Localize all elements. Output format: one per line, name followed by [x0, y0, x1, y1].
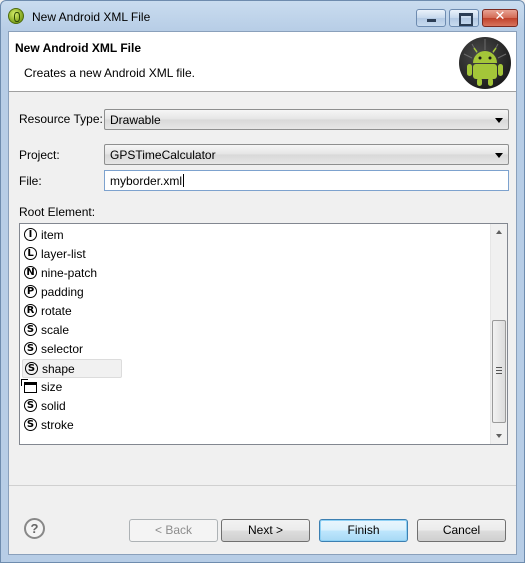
project-label: Project:: [19, 148, 60, 162]
element-type-icon: S: [24, 418, 37, 431]
list-item-label: size: [41, 380, 63, 394]
scroll-thumb[interactable]: [492, 320, 506, 423]
wizard-description: Creates a new Android XML file.: [24, 66, 195, 80]
close-button[interactable]: ✕: [482, 9, 518, 27]
list-item-label: shape: [42, 362, 75, 376]
title-bar[interactable]: New Android XML File ✕: [1, 1, 524, 31]
finish-button[interactable]: Finish: [319, 519, 408, 542]
resource-type-label: Resource Type:: [19, 112, 103, 126]
element-type-icon: [21, 379, 37, 393]
list-item-label: nine-patch: [41, 266, 98, 280]
arrow-down-icon: [496, 434, 502, 438]
footer-divider: [9, 485, 516, 486]
wizard-title: New Android XML File: [15, 41, 142, 55]
root-element-list[interactable]: Iitem Llayer-list Nnine-patch Ppadding Rrota…: [19, 223, 508, 445]
minimize-button[interactable]: [416, 9, 446, 27]
element-type-icon: S: [24, 399, 37, 412]
project-dropdown[interactable]: GPSTimeCalculator: [104, 144, 509, 165]
chevron-down-icon: [495, 153, 503, 158]
root-element-label: Root Element:: [19, 205, 96, 219]
element-type-icon: R: [24, 304, 37, 317]
list-item[interactable]: Sscale: [22, 321, 122, 340]
element-type-icon: P: [24, 285, 37, 298]
list-item[interactable]: Nnine-patch: [22, 264, 122, 283]
maximize-icon: [459, 13, 473, 26]
element-type-icon: I: [24, 228, 37, 241]
window-title: New Android XML File: [32, 10, 151, 24]
element-type-icon: S: [24, 323, 37, 336]
list-item[interactable]: Sselector: [22, 340, 122, 359]
list-item-label: selector: [41, 342, 84, 356]
scroll-down-button[interactable]: [491, 427, 507, 444]
project-value: GPSTimeCalculator: [110, 148, 216, 162]
list-item-label: item: [41, 228, 64, 242]
element-type-icon: N: [24, 266, 37, 279]
file-name-value: myborder.xml: [110, 174, 183, 188]
scroll-up-button[interactable]: [491, 224, 507, 241]
maximize-button[interactable]: [449, 9, 479, 27]
dialog-window: New Android XML File ✕ New Android XML F…: [0, 0, 525, 563]
wizard-header: New Android XML File Creates a new Andro…: [9, 32, 516, 92]
file-label: File:: [19, 174, 42, 188]
list-item-label: layer-list: [41, 247, 86, 261]
android-logo-icon: [459, 37, 511, 89]
list-item-label: scale: [41, 323, 70, 337]
dialog-body: New Android XML File Creates a new Andro…: [8, 31, 517, 555]
help-icon: ?: [30, 521, 39, 536]
file-name-input[interactable]: myborder.xml: [104, 170, 509, 191]
arrow-up-icon: [496, 230, 502, 234]
grip-icon: [496, 367, 502, 374]
text-caret: [183, 174, 185, 187]
chevron-down-icon: [495, 118, 503, 123]
list-item-label: stroke: [41, 418, 74, 432]
element-type-icon: L: [24, 247, 37, 260]
list-item[interactable]: Ssolid: [22, 397, 122, 416]
list-item-label: solid: [41, 399, 66, 413]
help-button[interactable]: ?: [24, 518, 45, 539]
element-type-icon: S: [25, 362, 38, 375]
next-button[interactable]: Next >: [221, 519, 310, 542]
resource-type-value: Drawable: [110, 113, 161, 127]
cancel-button[interactable]: Cancel: [417, 519, 506, 542]
list-item-label: padding: [41, 285, 84, 299]
list-item-label: rotate: [41, 304, 72, 318]
list-item[interactable]: Ppadding: [22, 283, 122, 302]
list-scrollbar[interactable]: [490, 224, 507, 444]
minimize-icon: [427, 19, 436, 22]
list-item[interactable]: size: [21, 378, 122, 397]
close-icon: ✕: [494, 9, 506, 24]
list-item[interactable]: Sstroke: [22, 416, 122, 435]
resource-type-dropdown[interactable]: Drawable: [104, 109, 509, 130]
list-item[interactable]: Rrotate: [22, 302, 122, 321]
android-eclipse-icon: [8, 8, 24, 24]
list-item[interactable]: Iitem: [22, 226, 122, 245]
list-item[interactable]: Sshape: [22, 359, 122, 378]
back-button[interactable]: < Back: [129, 519, 218, 542]
element-type-icon: S: [24, 342, 37, 355]
list-item[interactable]: Llayer-list: [22, 245, 122, 264]
